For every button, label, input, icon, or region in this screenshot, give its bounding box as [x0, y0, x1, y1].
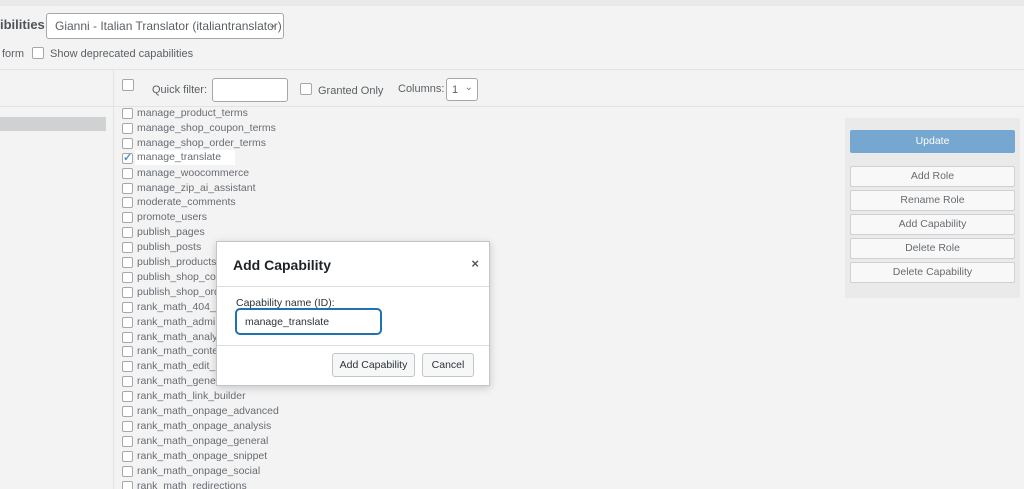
- dialog-title: Add Capability: [233, 257, 332, 273]
- capability-name-label: Capability name (ID):: [236, 297, 335, 309]
- dialog-divider: [217, 345, 489, 346]
- capability-name-input[interactable]: manage_translate: [236, 309, 381, 334]
- modal-overlay: [0, 0, 1024, 489]
- add-capability-submit-button[interactable]: Add Capability: [332, 353, 415, 377]
- close-icon[interactable]: ×: [471, 256, 479, 271]
- cancel-button[interactable]: Cancel: [422, 353, 474, 377]
- dialog-divider: [217, 286, 489, 287]
- add-capability-dialog: Add Capability × Capability name (ID): m…: [216, 241, 490, 386]
